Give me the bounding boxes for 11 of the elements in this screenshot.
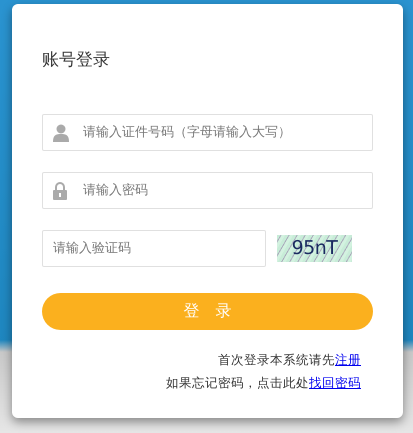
hint-text: 首次登录本系统请先 <box>218 352 335 367</box>
captcha-image[interactable]: 95nT <box>277 235 352 262</box>
input-field[interactable]: 请输入密码 <box>42 172 373 209</box>
lock-icon <box>53 182 67 200</box>
hint-text: 如果忘记密码，点击此处 <box>166 375 309 390</box>
link[interactable]: 注册 <box>335 352 361 367</box>
user-icon <box>53 124 69 142</box>
captcha-field[interactable]: 请输入验证码 <box>42 230 266 267</box>
input-field[interactable]: 请输入证件号码（字母请输入大写） <box>42 114 373 151</box>
link[interactable]: 找回密码 <box>309 375 361 390</box>
login-title: 账号登录 <box>42 49 111 72</box>
